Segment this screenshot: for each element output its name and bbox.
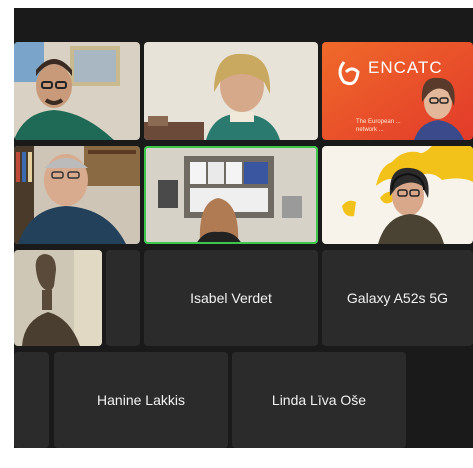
participant-tile-linda-liva-ose[interactable]: Linda Līva Oše bbox=[232, 352, 406, 448]
participant-tile-isabel-verdet[interactable]: Isabel Verdet bbox=[144, 250, 318, 346]
participant-video bbox=[144, 42, 318, 140]
participant-video bbox=[14, 42, 140, 140]
video-tile-man-bookshelf[interactable] bbox=[14, 146, 140, 244]
video-grid: ENCATC The European ... network ... Isab… bbox=[14, 8, 473, 448]
slide-brand-text: ENCATC bbox=[368, 58, 443, 77]
video-tile-man-glasses[interactable] bbox=[14, 42, 140, 140]
participant-tile[interactable] bbox=[14, 352, 49, 448]
slide-subtitle: The European ... network ... bbox=[356, 119, 401, 133]
video-tile-woman-blonde[interactable] bbox=[144, 42, 318, 140]
participant-name: Galaxy A52s 5G bbox=[346, 290, 449, 306]
participant-tile[interactable] bbox=[106, 250, 140, 346]
participant-video bbox=[14, 250, 102, 346]
participant-video bbox=[14, 146, 140, 244]
participant-name: Linda Līva Oše bbox=[271, 392, 367, 408]
video-tile-active-speaker[interactable] bbox=[144, 146, 318, 244]
participant-video bbox=[144, 146, 318, 244]
video-tile-sculpture[interactable] bbox=[14, 250, 102, 346]
participant-name: Isabel Verdet bbox=[190, 290, 272, 306]
participant-video bbox=[322, 146, 473, 244]
participant-name: Hanine Lakkis bbox=[97, 392, 185, 408]
video-tile-map-background[interactable] bbox=[322, 146, 473, 244]
participant-tile-galaxy-a52s-5g[interactable]: Galaxy A52s 5G bbox=[322, 250, 473, 346]
video-tile-shared-slide[interactable]: ENCATC The European ... network ... bbox=[322, 42, 473, 140]
participant-tile-hanine-lakkis[interactable]: Hanine Lakkis bbox=[54, 352, 228, 448]
